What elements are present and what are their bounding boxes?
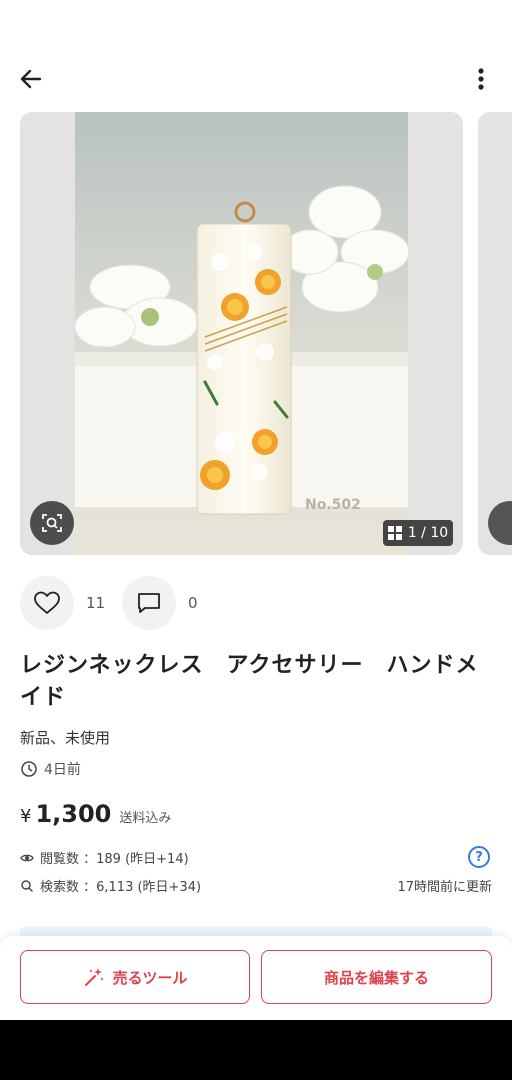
shipping-label: 送料込み	[119, 811, 172, 826]
next-image-preview[interactable]	[478, 112, 512, 555]
system-navigation-bar	[0, 1020, 512, 1080]
grid-icon	[387, 526, 402, 540]
sell-tool-button[interactable]: 売るツール	[20, 950, 250, 1004]
like-button[interactable]	[20, 576, 74, 630]
heart-icon	[34, 591, 60, 614]
view-stats: 閲覧数 ：189 (昨日+14)	[20, 848, 189, 867]
sparkle-wand-icon	[84, 968, 104, 986]
comment-button[interactable]	[122, 576, 176, 630]
more-options-button[interactable]	[464, 62, 498, 96]
help-button[interactable]: ?	[468, 846, 490, 868]
view-stats-text: 閲覧数 ：189 (昨日+14)	[40, 852, 189, 867]
image-counter-text: 1 / 10	[407, 525, 449, 541]
product-photo: No.502	[75, 112, 408, 555]
search-stats: 検索数 ：6,113 (昨日+34)	[20, 876, 201, 895]
posted-time: 4日前	[20, 759, 81, 779]
help-icon: ?	[475, 849, 483, 865]
updated-time: 17時間前に更新	[397, 880, 492, 895]
reaction-bar: 11 0	[20, 576, 224, 630]
edit-item-label: 商品を編集する	[323, 968, 429, 987]
image-search-button[interactable]	[30, 501, 74, 545]
clock-icon	[21, 761, 37, 777]
comment-count: 0	[188, 594, 198, 612]
sell-tool-label: 売るツール	[112, 968, 188, 987]
image-carousel[interactable]: No.502 1 / 10	[20, 112, 463, 555]
arrow-left-icon	[20, 69, 42, 89]
price-row: ¥ 1,300 送料込み	[20, 800, 171, 828]
item-title: レジンネックレス アクセサリー ハンドメイド	[20, 653, 479, 710]
comment-icon	[138, 593, 160, 613]
price-amount: 1,300	[35, 800, 112, 828]
posted-time-text: 4日前	[44, 762, 81, 778]
top-app-bar	[0, 52, 512, 104]
like-count: 11	[86, 594, 106, 612]
image-search-icon	[42, 514, 62, 532]
back-button[interactable]	[14, 62, 48, 96]
more-vertical-icon	[478, 68, 484, 90]
photo-watermark: No.502	[305, 497, 361, 513]
eye-icon	[20, 854, 34, 861]
screen: No.502 1 / 10 11 0 レジンネックレス アクセサリー ハンドメイ…	[0, 0, 512, 1020]
search-icon	[21, 879, 33, 892]
item-condition: 新品、未使用	[20, 729, 111, 747]
next-image-search-button	[488, 501, 512, 545]
bottom-action-bar: 売るツール 商品を編集する	[0, 936, 512, 1020]
search-stats-text: 検索数 ：6,113 (昨日+34)	[40, 880, 202, 895]
currency-symbol: ¥	[20, 806, 32, 827]
image-counter: 1 / 10	[383, 520, 453, 546]
edit-item-button[interactable]: 商品を編集する	[261, 950, 492, 1004]
